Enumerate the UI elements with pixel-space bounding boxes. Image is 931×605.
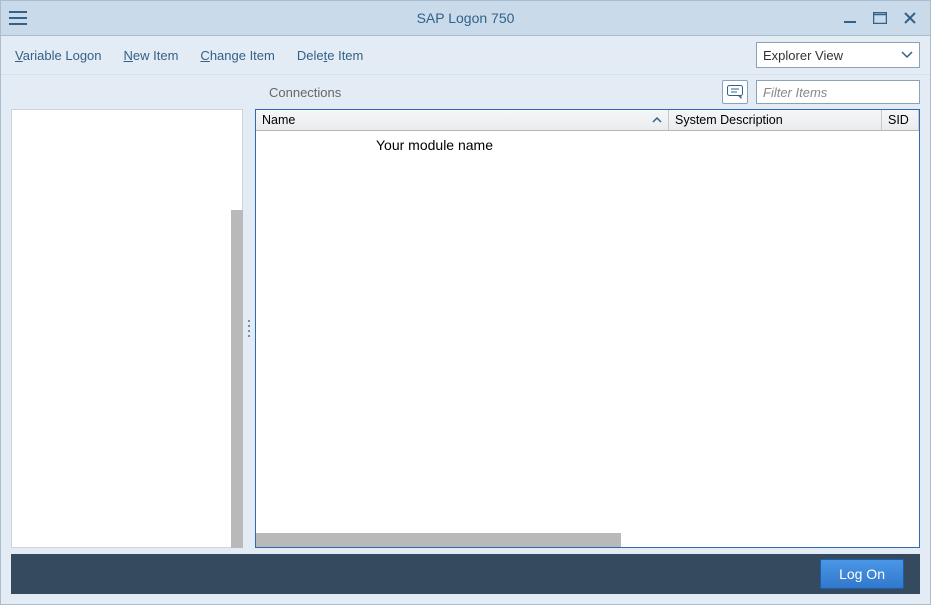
- tree-view[interactable]: [11, 109, 243, 210]
- filter-input[interactable]: [756, 80, 920, 104]
- variable-logon-link[interactable]: Variable Logon: [15, 48, 102, 63]
- view-mode-select[interactable]: Explorer View: [756, 42, 920, 68]
- column-header-sid[interactable]: SID: [882, 110, 919, 130]
- sort-asc-icon: [652, 116, 662, 124]
- menu-icon[interactable]: [1, 1, 35, 35]
- grid-body[interactable]: Your module name: [256, 131, 919, 533]
- column-header-system-description[interactable]: System Description: [669, 110, 882, 130]
- chevron-down-icon: [901, 51, 913, 59]
- left-scrollbar[interactable]: [231, 210, 243, 548]
- body: Name System Description SID Your module …: [1, 109, 930, 554]
- column-header-name[interactable]: Name: [256, 110, 669, 130]
- view-mode-label: Explorer View: [763, 48, 843, 63]
- section-bar: Connections: [1, 75, 930, 109]
- minimize-icon[interactable]: [842, 10, 858, 26]
- delete-item-link[interactable]: Delete Item: [297, 48, 364, 63]
- grid-horizontal-scrollbar[interactable]: [256, 533, 919, 547]
- table-row[interactable]: Your module name: [256, 131, 919, 165]
- section-title: Connections: [269, 85, 341, 100]
- close-icon[interactable]: [902, 10, 918, 26]
- maximize-icon[interactable]: [872, 10, 888, 26]
- app-window: SAP Logon 750 Variable Logon New Item Ch…: [0, 0, 931, 605]
- new-item-link[interactable]: New Item: [124, 48, 179, 63]
- window-controls: [842, 10, 930, 26]
- scroll-thumb[interactable]: [256, 533, 621, 547]
- connections-grid: Name System Description SID Your module …: [255, 109, 920, 548]
- left-panel: [11, 109, 243, 548]
- splitter-handle[interactable]: [243, 109, 255, 548]
- toolbar: Variable Logon New Item Change Item Dele…: [1, 36, 930, 75]
- change-item-link[interactable]: Change Item: [200, 48, 274, 63]
- tree-view-lower[interactable]: [11, 210, 231, 548]
- window-title: SAP Logon 750: [1, 10, 930, 26]
- title-bar: SAP Logon 750: [1, 1, 930, 36]
- footer-bar: Log On: [11, 554, 920, 594]
- logon-button[interactable]: Log On: [820, 559, 904, 589]
- cell-name: Your module name: [256, 137, 776, 153]
- comments-icon[interactable]: [722, 80, 748, 104]
- grid-header: Name System Description SID: [256, 110, 919, 131]
